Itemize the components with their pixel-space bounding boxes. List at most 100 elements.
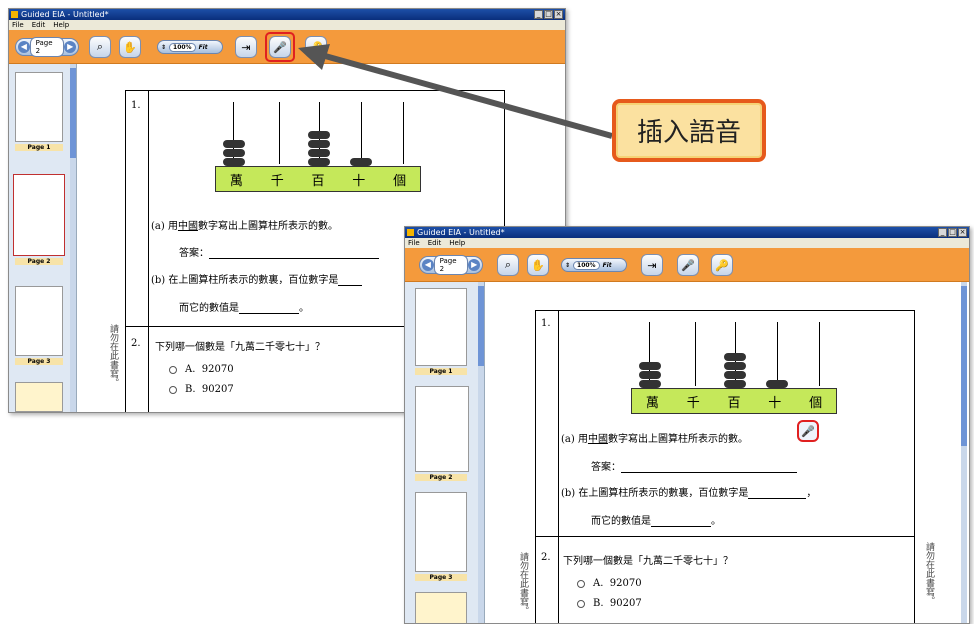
place-label: 萬 [645,395,659,411]
thumbnail-label: Page 1 [15,144,63,151]
pointer-icon[interactable]: ⌕ [89,36,111,58]
abacus-bead [308,158,330,166]
hand-icon[interactable]: ✋ [527,254,549,276]
thumbnail-sidebar: Page 1 Page 2 Page 3 [9,64,77,412]
abacus-bead [350,158,372,166]
answer-blank[interactable] [209,249,379,259]
sidebar-scrollbar[interactable] [70,64,76,412]
arrow-right-icon[interactable]: ▶ [64,41,76,53]
question-b: (b) 在上圖算柱所表示的數裏，百位數字是 [151,271,363,286]
place-label: 個 [809,395,823,411]
margin-note: 請勿在此書寫。 [108,324,118,387]
question-a: (a) 用中國數字寫出上圖算柱所表示的數。 [151,221,338,232]
page-thumbnail[interactable] [415,492,467,572]
question-number: 2. [131,338,141,349]
margin-note: 請勿在此書寫。 [518,552,528,615]
menu-file[interactable]: File [408,238,420,248]
option-a[interactable]: A. 92070 [577,578,642,589]
microphone-icon[interactable]: 🎤 [677,254,699,276]
zoom-control[interactable]: ⇕ 100% Fit [561,258,627,272]
callout-box: 插入語音 [612,99,766,162]
arrow-left-icon[interactable]: ◀ [18,41,30,53]
minimize-icon[interactable]: _ [938,228,947,237]
option-b[interactable]: B. 90207 [169,384,234,395]
value-blank[interactable] [239,304,299,314]
zoom-value[interactable]: 100% [573,260,600,270]
abacus-bead [223,140,245,148]
page-thumbnail[interactable] [15,382,63,412]
page-thumbnail[interactable] [15,286,63,356]
arrow-right-icon[interactable]: ▶ [468,259,480,271]
sidebar-scrollbar[interactable] [478,282,484,623]
page-thumbnail-selected[interactable] [415,386,469,472]
place-label: 百 [311,173,325,189]
zoom-fit[interactable]: Fit [603,262,612,269]
zoom-stepper-icon[interactable]: ⇕ [161,44,166,51]
place-label: 個 [393,173,407,189]
abacus-bead [724,353,746,361]
page-thumbnail[interactable] [15,72,63,142]
pointer-icon[interactable]: ⌕ [497,254,519,276]
question-b-line2: 而它的數值是。 [591,516,721,527]
answer-line: 答案： [591,458,797,473]
abacus-base: 萬 千 百 十 個 [631,388,837,414]
thumbnail-sidebar: Page 1 Page 2 Page 3 [405,282,485,623]
zoom-fit[interactable]: Fit [199,44,208,51]
menu-help[interactable]: Help [449,238,465,248]
page-navigator[interactable]: ◀ Page 2 ▶ [15,37,79,57]
close-icon[interactable]: × [958,228,967,237]
abacus-bead [223,158,245,166]
window-title: Guided EIA - Untitled* [417,228,505,237]
question-2: 下列哪一個數是「九萬二千零七十」？ [563,556,733,567]
page-field[interactable]: Page 2 [433,255,469,275]
place-label: 百 [727,395,741,411]
answer-line: 答案： [179,244,379,259]
page-thumbnail[interactable] [415,592,467,623]
app-icon [407,229,414,236]
thumbnail-label: Page 1 [415,368,467,375]
page-field[interactable]: Page 2 [29,37,65,57]
digit-blank[interactable] [338,276,363,286]
close-icon[interactable]: × [554,10,563,19]
abacus-base: 萬 千 百 十 個 [215,166,421,192]
place-label: 千 [270,173,284,189]
minimize-icon[interactable]: _ [534,10,543,19]
place-label: 萬 [229,173,243,189]
place-label: 十 [352,173,366,189]
insert-icon[interactable]: ⇥ [235,36,257,58]
key-icon[interactable]: 🔑 [711,254,733,276]
menu-help[interactable]: Help [53,20,69,30]
maximize-icon[interactable]: □ [544,10,553,19]
menu-file[interactable]: File [12,20,24,30]
digit-blank[interactable] [748,489,807,499]
menu-edit[interactable]: Edit [32,20,46,30]
menu-edit[interactable]: Edit [428,238,442,248]
answer-blank[interactable] [621,463,797,473]
abacus-bead [724,362,746,370]
maximize-icon[interactable]: □ [948,228,957,237]
document-scrollbar[interactable] [961,282,967,623]
question-b-line2: 而它的數值是。 [179,303,309,314]
insert-icon[interactable]: ⇥ [641,254,663,276]
number-column [535,310,559,623]
option-a[interactable]: A. 92070 [169,364,234,375]
page-thumbnail-selected[interactable] [13,174,65,256]
window-front: Guided EIA - Untitled* _ □ × File Edit H… [404,226,970,624]
page-thumbnail[interactable] [415,288,467,366]
document-area: 1. 萬 千 百 十 個 (a) 用中國數字寫出上圖算柱所表示的數。 🎤 答案：… [487,282,969,623]
hand-icon[interactable]: ✋ [119,36,141,58]
value-blank[interactable] [651,517,711,527]
menu-bar: File Edit Help [405,238,969,248]
thumbnail-label: Page 3 [415,574,467,581]
abacus-bead [639,371,661,379]
title-bar: Guided EIA - Untitled* _ □ × [405,227,969,238]
arrow-left-icon[interactable]: ◀ [422,259,434,271]
microphone-icon[interactable]: 🎤 [797,420,819,442]
app-icon [11,11,18,18]
page-navigator[interactable]: ◀ Page 2 ▶ [419,255,483,275]
zoom-control[interactable]: ⇕ 100% Fit [157,40,223,54]
thumbnail-label: Page 2 [415,474,467,481]
zoom-value[interactable]: 100% [169,42,196,52]
zoom-stepper-icon[interactable]: ⇕ [565,262,570,269]
option-b[interactable]: B. 90207 [577,598,642,609]
